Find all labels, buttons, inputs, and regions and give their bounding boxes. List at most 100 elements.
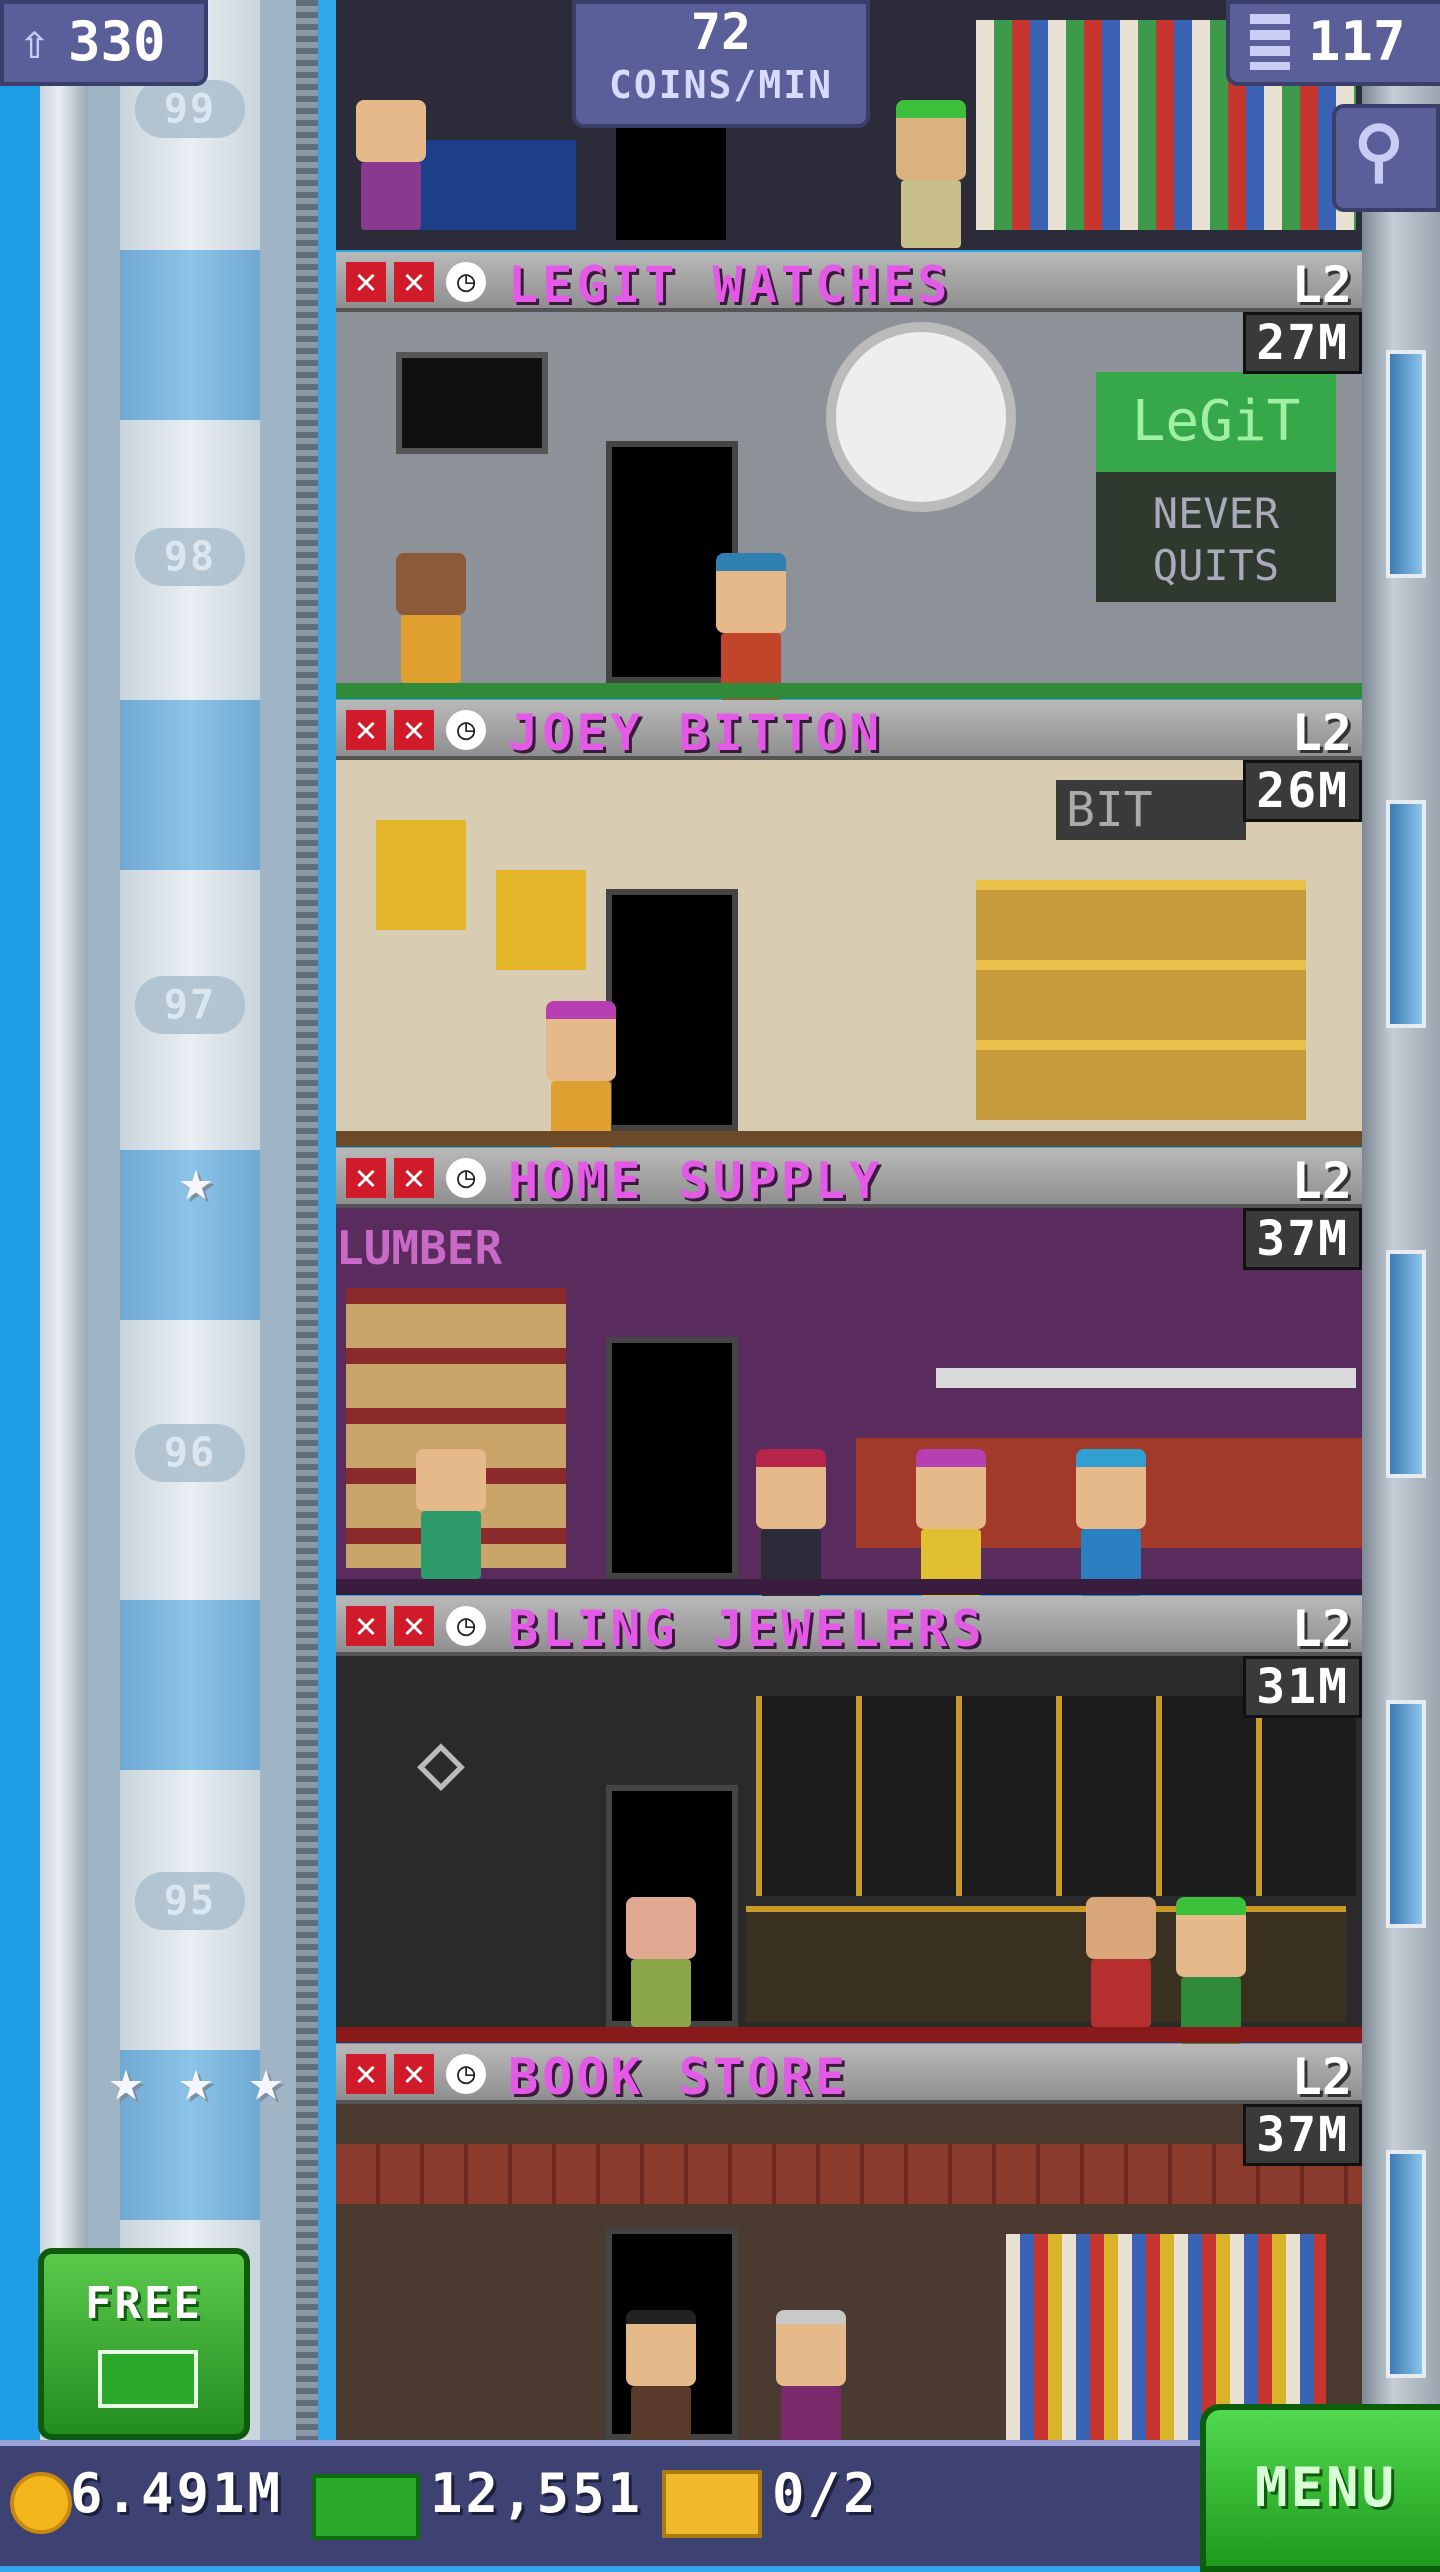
resident-character[interactable]	[546, 1001, 616, 1149]
resident-character[interactable]	[356, 100, 426, 230]
floor-home-supply[interactable]: ✕ ✕ ◷ HOME SUPPLY L2 LUMBER 37M	[336, 1148, 1362, 1597]
floor-header: ✕ ✕ ◷ BOOK STORE L2	[336, 2044, 1362, 2106]
resident-character[interactable]	[626, 2310, 696, 2454]
resident-character[interactable]	[1076, 1449, 1146, 1597]
tower-window	[1386, 2150, 1426, 2378]
building-icon	[1250, 14, 1290, 70]
floor-trim	[336, 1131, 1362, 1147]
star-icon: ★	[178, 1146, 214, 1214]
floor-header: ✕ ✕ ◷ BLING JEWELERS L2	[336, 1596, 1362, 1658]
floor-name: JOEY BITTON	[508, 704, 884, 762]
free-button-label: FREE	[85, 2278, 203, 2329]
menu-button[interactable]: MENU	[1200, 2404, 1440, 2572]
resident-character[interactable]	[1086, 1897, 1156, 2027]
floor-book-store[interactable]: ✕ ✕ ◷ BOOK STORE L2 37M	[336, 2044, 1362, 2454]
shaft-floor-number: 95	[135, 1872, 245, 1930]
resident-character[interactable]	[776, 2310, 846, 2454]
display-case	[756, 1696, 1356, 1896]
floor-joey-bitton[interactable]: ✕ ✕ ◷ JOEY BITTON L2 BIT 26M	[336, 700, 1362, 1149]
x-icon: ✕	[346, 2054, 386, 2094]
coins-per-min-label: COINS/MIN	[609, 63, 833, 107]
floor-stock-badge: 26M	[1243, 760, 1362, 822]
shaft-floor-number: 99	[135, 80, 245, 138]
floors-value: 117	[1308, 10, 1406, 73]
floor-name: HOME SUPPLY	[508, 1152, 884, 1210]
star-icon: ★	[108, 2046, 144, 2114]
floor-level: L2	[1291, 256, 1352, 314]
floor-level: L2	[1291, 2048, 1352, 2106]
x-icon: ✕	[394, 710, 434, 750]
clock-icon: ◷	[446, 710, 486, 750]
store-room: LeGiT NEVER QUITS	[336, 312, 1362, 701]
wall-tv	[396, 352, 548, 454]
tower-window	[1386, 1700, 1426, 1928]
floor-level: L2	[1291, 704, 1352, 762]
floor-level: L2	[1291, 1152, 1352, 1210]
legit-sign-text: LeGiT	[1096, 372, 1336, 472]
resident-character[interactable]	[626, 1897, 696, 2027]
resident-character[interactable]	[396, 553, 466, 683]
door	[606, 889, 738, 1131]
tower-left-wall	[40, 0, 88, 2440]
floor-header: ✕ ✕ ◷ HOME SUPPLY L2	[336, 1148, 1362, 1210]
shaft-glass-segment	[120, 1600, 260, 1770]
resident-character[interactable]	[756, 1449, 826, 1597]
floor-header: ✕ ✕ ◷ LEGIT WATCHES L2	[336, 252, 1362, 314]
clock-icon: ◷	[446, 1158, 486, 1198]
star-icon: ★	[248, 2046, 284, 2114]
purse-shelf	[976, 880, 1306, 1120]
door	[606, 1337, 738, 1579]
legit-sign: LeGiT NEVER QUITS	[1096, 372, 1336, 602]
shaft-floor-number: 96	[135, 1424, 245, 1482]
resident-character[interactable]	[1176, 1897, 1246, 2045]
door	[616, 110, 726, 240]
ticket-icon	[662, 2470, 762, 2538]
floor-trim	[336, 1579, 1362, 1595]
resident-character[interactable]	[416, 1449, 486, 1579]
x-icon: ✕	[346, 1158, 386, 1198]
floor-level: L2	[1291, 1600, 1352, 1658]
search-button[interactable]: ⚲	[1332, 104, 1440, 212]
floor-stock-badge: 37M	[1243, 2104, 1362, 2166]
resident-character[interactable]	[896, 100, 966, 248]
coins-per-min-display: 72 COINS/MIN	[572, 0, 870, 128]
tower-window	[1386, 350, 1426, 578]
clock-icon: ◷	[446, 2054, 486, 2094]
floors-counter[interactable]: 117	[1226, 0, 1440, 86]
shaft-glass-segment	[120, 250, 260, 420]
x-icon: ✕	[346, 262, 386, 302]
x-icon: ✕	[346, 1606, 386, 1646]
bux-icon	[98, 2350, 198, 2408]
store-sign: LUMBER	[336, 1221, 503, 1275]
resident-character[interactable]	[716, 553, 786, 701]
elevator-rail	[296, 0, 318, 2440]
store-room: ◇	[336, 1656, 1362, 2045]
coins-value: 6.491M	[70, 2462, 284, 2525]
floor-bling-jewelers[interactable]: ✕ ✕ ◷ BLING JEWELERS L2 ◇ 31M	[336, 1596, 1362, 2045]
floor-name: LEGIT WATCHES	[508, 256, 952, 314]
floor-header: ✕ ✕ ◷ JOEY BITTON L2	[336, 700, 1362, 762]
floor-name: BLING JEWELERS	[508, 1600, 986, 1658]
wall-frame	[496, 870, 586, 970]
store-room: BIT	[336, 760, 1362, 1149]
tower-window	[1386, 1250, 1426, 1478]
legit-sign-text: NEVER	[1152, 489, 1280, 538]
store-room: LUMBER	[336, 1208, 1362, 1597]
x-icon: ✕	[394, 262, 434, 302]
population-counter[interactable]: ⇧ 330	[0, 0, 208, 86]
clock-icon: ◷	[446, 1606, 486, 1646]
star-icon: ★	[178, 2046, 214, 2114]
jewelry-counter	[746, 1906, 1346, 2022]
store-sign: BIT	[1056, 780, 1246, 840]
shaft-glass-segment	[120, 700, 260, 870]
floor-legit-watches[interactable]: ✕ ✕ ◷ LEGIT WATCHES L2 LeGiT NEVER QUITS…	[336, 252, 1362, 701]
floor-trim	[336, 2027, 1362, 2043]
x-icon: ✕	[394, 2054, 434, 2094]
free-bux-button[interactable]: FREE	[38, 2248, 250, 2440]
population-value: 330	[68, 10, 166, 73]
diamond-icon: ◇	[416, 1714, 466, 1807]
shaft-floor-number: 98	[135, 528, 245, 586]
brick-wall	[336, 2144, 1362, 2204]
coin-icon	[10, 2472, 72, 2534]
resident-character[interactable]	[916, 1449, 986, 1597]
